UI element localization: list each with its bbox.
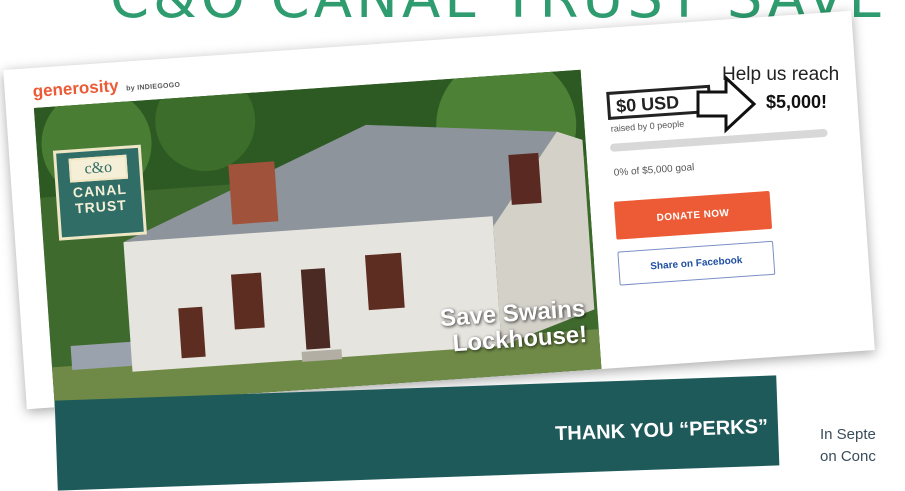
logo-co-text: c&o bbox=[68, 154, 129, 183]
perks-title: THANK YOU “PERKS” bbox=[554, 415, 769, 446]
share-facebook-button[interactable]: Share on Facebook bbox=[617, 240, 776, 286]
photo-caption: Save Swains Lockhouse! bbox=[439, 295, 588, 358]
brand-logo[interactable]: generosity bbox=[32, 76, 119, 101]
canal-trust-logo: c&o CANAL TRUST bbox=[52, 144, 147, 241]
brand: generosity by INDIEGOGO bbox=[32, 72, 181, 102]
raised-by-text: raised by 0 people bbox=[610, 118, 685, 134]
side-text-line2: on Conc bbox=[820, 448, 876, 465]
lockhouse-photo bbox=[33, 69, 602, 408]
callout-goal: $5,000! bbox=[766, 92, 828, 112]
side-text-line1: In Septe bbox=[820, 426, 876, 443]
brand-by: by INDIEGOGO bbox=[125, 81, 181, 93]
campaign-photo: c&o CANAL TRUST Save Swains Lockhouse! bbox=[33, 69, 602, 408]
callout-text: Help us reach bbox=[722, 64, 840, 85]
goal-text: 0% of $5,000 goal bbox=[613, 162, 695, 179]
progress-fill bbox=[609, 143, 611, 152]
side-text: In Septe on Conc bbox=[820, 424, 905, 468]
donate-now-button[interactable]: DONATE NOW bbox=[613, 190, 773, 240]
